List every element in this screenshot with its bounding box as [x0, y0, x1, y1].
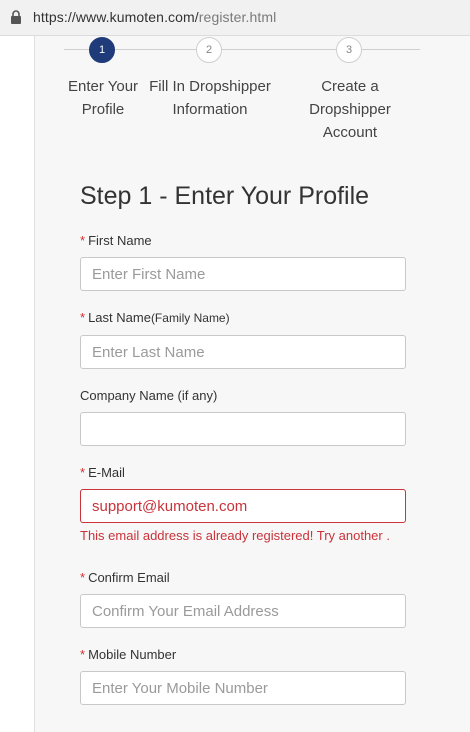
last-name-label-text: Last Name: [88, 310, 151, 325]
company-name-input[interactable]: [80, 412, 406, 446]
last-name-label-subtext: (Family Name): [150, 311, 230, 325]
step-2-label: Fill In Dropshipper Information: [144, 75, 276, 121]
lock-icon: [11, 10, 21, 24]
step-3-label-line2: Dropshipper: [309, 101, 391, 118]
step-1-circle: 1: [89, 37, 115, 63]
url-text[interactable]: https://www.kumoten.com/register.html: [33, 9, 276, 25]
required-mark: *: [80, 310, 86, 325]
step-2-label-line1: Fill In Dropshipper: [149, 78, 271, 95]
mobile-number-label-text: Mobile Number: [88, 647, 177, 662]
mobile-number-label: * Mobile Number: [80, 647, 176, 662]
required-mark: *: [80, 465, 86, 480]
confirm-email-label-text: Confirm Email: [88, 570, 170, 585]
email-error-message: This email address is already registered…: [80, 528, 390, 543]
step-2-label-line2: Information: [172, 101, 248, 118]
step-3-label: Create a Dropshipper Account: [294, 75, 406, 144]
step-3-label-line3: Account: [322, 124, 378, 141]
step-1-label-line2: Profile: [81, 101, 125, 118]
confirm-email-label: * Confirm Email: [80, 570, 170, 585]
mobile-number-input[interactable]: [80, 671, 406, 705]
required-mark: *: [80, 647, 86, 662]
stepper-track: [64, 49, 420, 50]
first-name-input[interactable]: [80, 257, 406, 291]
confirm-email-input[interactable]: [80, 594, 406, 628]
step-3-circle: 3: [336, 37, 362, 63]
url-host: https://www.kumoten.com/: [33, 9, 199, 25]
step-2-circle: 2: [196, 37, 222, 63]
email-input[interactable]: [80, 489, 406, 523]
email-label: * E-Mail: [80, 465, 125, 480]
email-label-text: E-Mail: [88, 465, 125, 480]
company-name-label: Company Name (if any): [80, 388, 218, 403]
step-1-label: Enter Your Profile: [52, 75, 154, 121]
url-path: register.html: [198, 9, 277, 25]
last-name-input[interactable]: [80, 335, 406, 369]
step-1-label-line1: Enter Your: [67, 78, 139, 95]
required-mark: *: [80, 570, 86, 585]
first-name-label-text: First Name: [88, 233, 152, 248]
form-title: Step 1 - Enter Your Profile: [80, 182, 370, 210]
first-name-label: * First Name: [80, 233, 152, 248]
browser-address-bar[interactable]: https://www.kumoten.com/register.html: [0, 0, 470, 36]
required-mark: *: [80, 233, 86, 248]
registration-page: 1 2 3 Enter Your Profile Fill In Dropshi…: [0, 36, 470, 732]
step-3-label-line1: Create a: [321, 78, 379, 95]
last-name-label: * Last Name(Family Name): [80, 310, 230, 325]
